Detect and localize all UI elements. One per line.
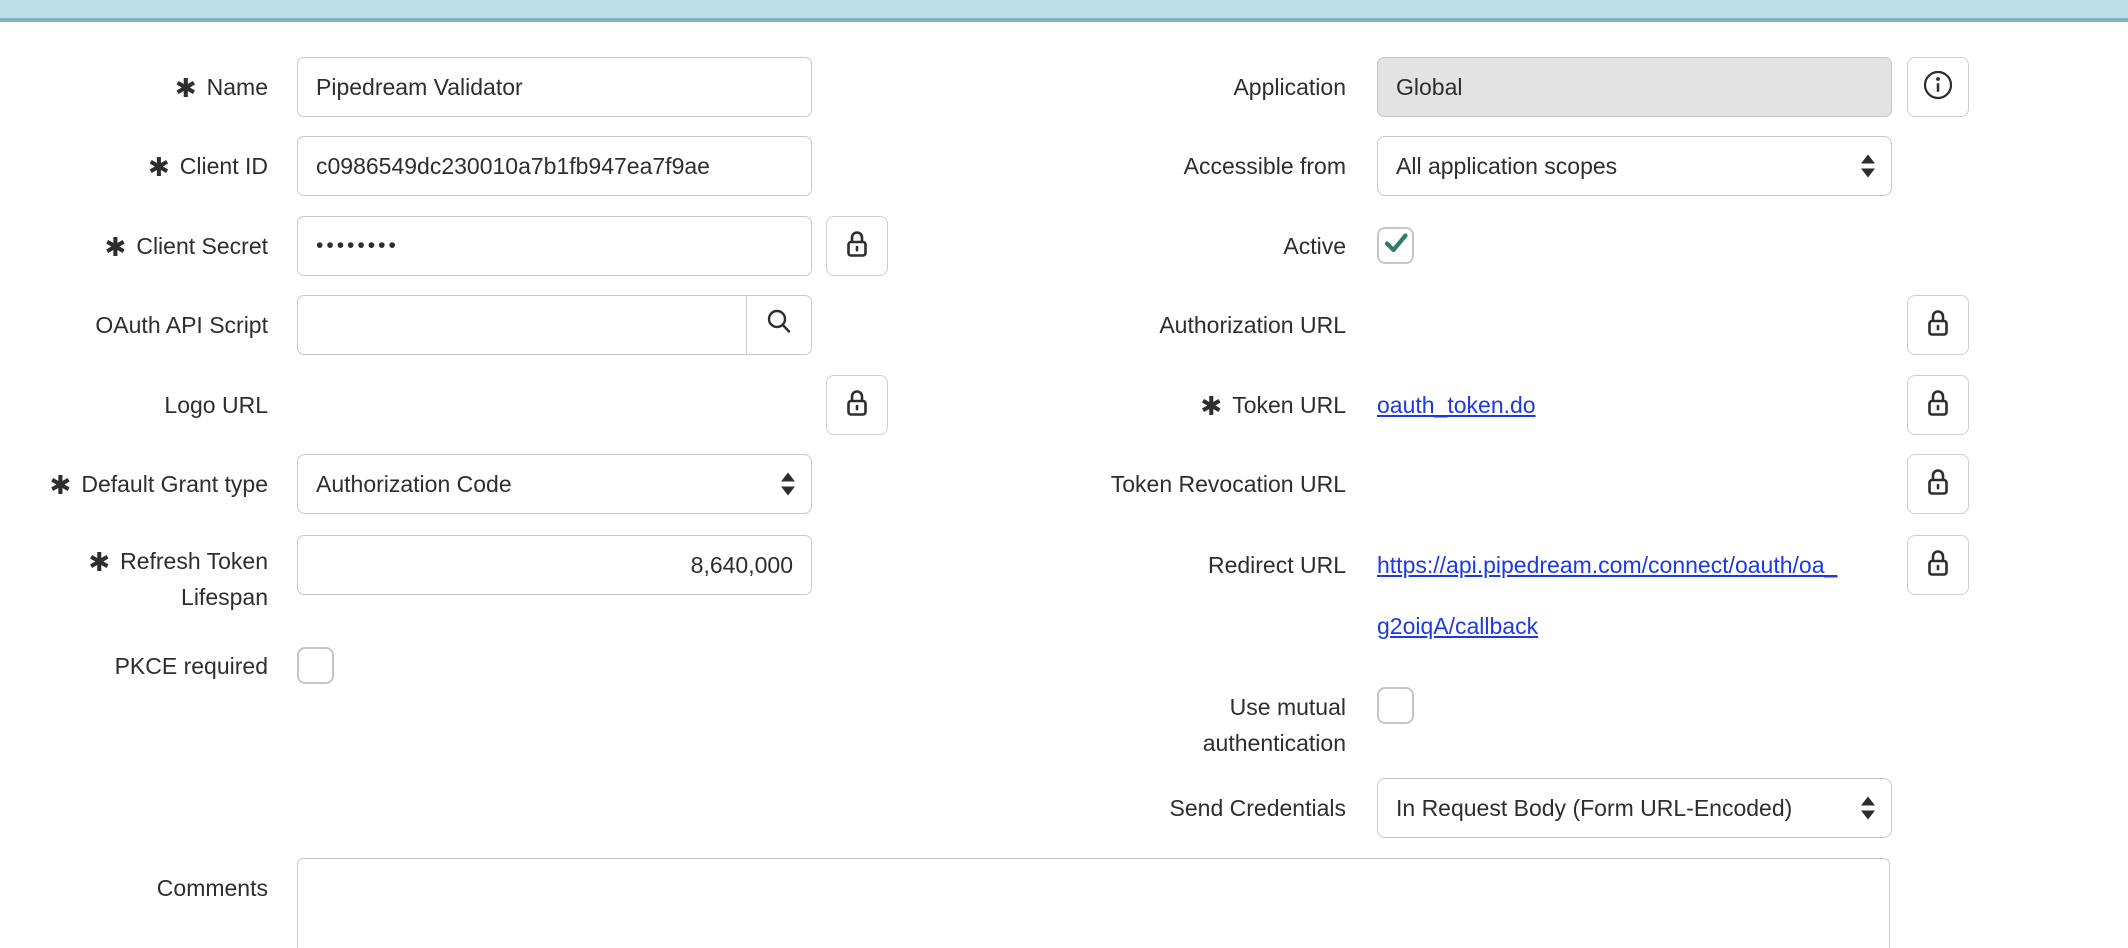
token-revocation-url-lock-button[interactable] — [1907, 454, 1969, 514]
select-arrows-icon — [781, 473, 795, 496]
send-credentials-label: Send Credentials — [1040, 778, 1346, 838]
required-indicator: ✱ — [88, 549, 110, 575]
redirect-url-link-line1[interactable]: https://api.pipedream.com/connect/oauth/… — [1377, 552, 1837, 578]
oauth-api-script-input[interactable] — [298, 296, 746, 354]
oauth-application-form: ✱ Name ✱ Client ID ✱ Client Secret OAuth… — [0, 0, 2128, 948]
required-indicator: ✱ — [105, 234, 127, 260]
refresh-token-lifespan-input[interactable] — [297, 535, 812, 595]
oauth-api-script-label: OAuth API Script — [0, 295, 268, 355]
lock-icon — [842, 228, 872, 265]
token-revocation-url-label: Token Revocation URL — [1040, 454, 1346, 514]
send-credentials-select[interactable]: In Request Body (Form URL-Encoded) — [1377, 778, 1892, 838]
lock-icon — [842, 387, 872, 424]
comments-textarea[interactable] — [297, 858, 1890, 948]
oauth-api-script-field — [297, 295, 812, 355]
default-grant-type-select[interactable]: Authorization Code — [297, 454, 812, 514]
logo-url-label: Logo URL — [0, 375, 268, 435]
select-arrows-icon — [1861, 797, 1875, 820]
name-label: ✱ Name — [0, 57, 268, 117]
required-indicator: ✱ — [175, 75, 197, 101]
client-id-input[interactable] — [297, 136, 812, 196]
client-secret-lock-button[interactable] — [826, 216, 888, 276]
client-id-label: ✱ Client ID — [0, 136, 268, 196]
lock-icon — [1923, 307, 1953, 344]
application-label: Application — [1040, 57, 1346, 117]
application-readonly-field: Global — [1377, 57, 1892, 117]
accessible-from-select[interactable]: All application scopes — [1377, 136, 1892, 196]
pkce-required-label: PKCE required — [0, 636, 268, 696]
token-url-lock-button[interactable] — [1907, 375, 1969, 435]
logo-url-lock-button[interactable] — [826, 375, 888, 435]
pkce-required-checkbox[interactable] — [297, 647, 334, 684]
token-url-label: ✱ Token URL — [1040, 375, 1346, 435]
client-secret-label: ✱ Client Secret — [0, 216, 268, 276]
default-grant-type-label: ✱ Default Grant type — [0, 454, 268, 514]
active-checkbox[interactable] — [1377, 227, 1414, 264]
comments-label: Comments — [0, 858, 268, 918]
lock-icon — [1923, 387, 1953, 424]
use-mutual-authentication-label: Use mutual authentication — [1040, 689, 1346, 761]
name-input[interactable] — [297, 57, 812, 117]
use-mutual-authentication-checkbox[interactable] — [1377, 687, 1414, 724]
token-url-link[interactable]: oauth_token.do — [1377, 392, 1536, 419]
redirect-url-value: https://api.pipedream.com/connect/oauth/… — [1377, 535, 1837, 657]
checkmark-icon — [1381, 228, 1411, 263]
active-label: Active — [1040, 216, 1346, 276]
redirect-url-label: Redirect URL — [1040, 535, 1346, 595]
redirect-url-lock-button[interactable] — [1907, 535, 1969, 595]
client-secret-input[interactable] — [297, 216, 812, 276]
required-indicator: ✱ — [1200, 393, 1222, 419]
info-icon — [1922, 69, 1954, 106]
select-arrows-icon — [1861, 155, 1875, 178]
search-icon — [764, 307, 794, 343]
redirect-url-link-line2[interactable]: g2oiqA/callback — [1377, 613, 1538, 639]
lock-icon — [1923, 547, 1953, 584]
header-accent-bar — [0, 0, 2128, 22]
required-indicator: ✱ — [50, 472, 72, 498]
application-info-button[interactable] — [1907, 57, 1969, 117]
authorization-url-label: Authorization URL — [1040, 295, 1346, 355]
authorization-url-lock-button[interactable] — [1907, 295, 1969, 355]
required-indicator: ✱ — [148, 154, 170, 180]
accessible-from-label: Accessible from — [1040, 136, 1346, 196]
token-url-value: oauth_token.do — [1377, 375, 1536, 435]
oauth-api-script-lookup-button[interactable] — [746, 296, 811, 354]
refresh-token-lifespan-label: ✱ Refresh Token Lifespan — [0, 535, 268, 623]
lock-icon — [1923, 466, 1953, 503]
